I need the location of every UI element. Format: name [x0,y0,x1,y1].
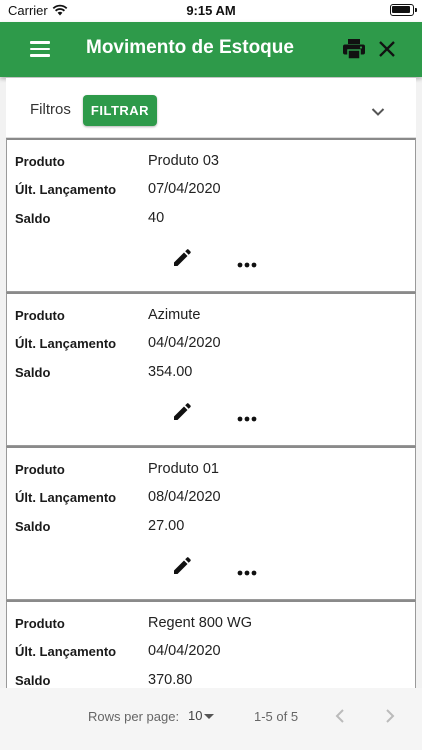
filter-button[interactable]: FILTRAR [83,95,157,126]
balance-value: 27.00 [148,518,185,534]
pagination-footer: Rows per page: 10 1-5 of 5 [0,688,422,750]
filter-bar: Filtros FILTRAR [6,78,416,138]
rows-per-page-select[interactable]: 10 [188,708,215,723]
edit-icon[interactable] [171,401,193,423]
product-label: Produto [15,308,65,323]
list-item: Produto Produto 03 Últ. Lançamento 07/04… [6,138,416,292]
balance-label: Saldo [15,211,51,226]
more-options-icon[interactable] [237,409,257,422]
battery-icon [390,4,417,16]
chevron-left-icon[interactable] [334,708,346,724]
balance-label: Saldo [15,673,51,688]
edit-icon[interactable] [171,247,193,269]
page-info: 1-5 of 5 [254,709,299,724]
chevron-right-icon[interactable] [384,708,396,724]
more-options-icon[interactable] [237,563,257,576]
balance-label: Saldo [15,519,51,534]
menu-icon[interactable] [30,41,50,57]
last-entry-value: 04/04/2020 [148,335,221,351]
product-value: Regent 800 WG [148,615,252,631]
chevron-down-icon[interactable] [371,104,385,116]
clock: 9:15 AM [186,3,236,18]
list-item: Produto Azimute Últ. Lançamento 04/04/20… [6,292,416,446]
stock-list[interactable]: Produto Produto 03 Últ. Lançamento 07/04… [6,138,416,688]
edit-icon[interactable] [171,555,193,577]
product-label: Produto [15,616,65,631]
balance-value: 40 [148,210,165,226]
app-bar: Movimento de Estoque [0,22,422,77]
balance-value: 370.80 [148,672,193,688]
filters-label: Filtros [30,101,71,118]
product-value: Azimute [148,307,201,323]
status-bar: Carrier 9:15 AM [0,0,422,22]
caret-down-icon [204,714,215,720]
product-value: Produto 01 [148,461,219,477]
balance-label: Saldo [15,365,51,380]
rows-per-page-value: 10 [188,708,203,723]
last-entry-label: Últ. Lançamento [15,182,117,197]
product-value: Produto 03 [148,153,219,169]
page-title: Movimento de Estoque [86,37,294,58]
list-item: Produto Regent 800 WG Últ. Lançamento 04… [6,600,416,688]
print-icon[interactable] [342,38,366,60]
more-options-icon[interactable] [237,255,257,268]
last-entry-label: Últ. Lançamento [15,336,117,351]
last-entry-label: Últ. Lançamento [15,490,117,505]
list-item: Produto Produto 01 Últ. Lançamento 08/04… [6,446,416,600]
product-label: Produto [15,462,65,477]
close-icon[interactable] [377,39,397,59]
last-entry-value: 08/04/2020 [148,489,221,505]
balance-value: 354.00 [148,364,193,380]
last-entry-value: 07/04/2020 [148,181,221,197]
product-label: Produto [15,154,65,169]
last-entry-label: Últ. Lançamento [15,644,117,659]
rows-per-page-label: Rows per page: [88,709,180,724]
last-entry-value: 04/04/2020 [148,643,221,659]
